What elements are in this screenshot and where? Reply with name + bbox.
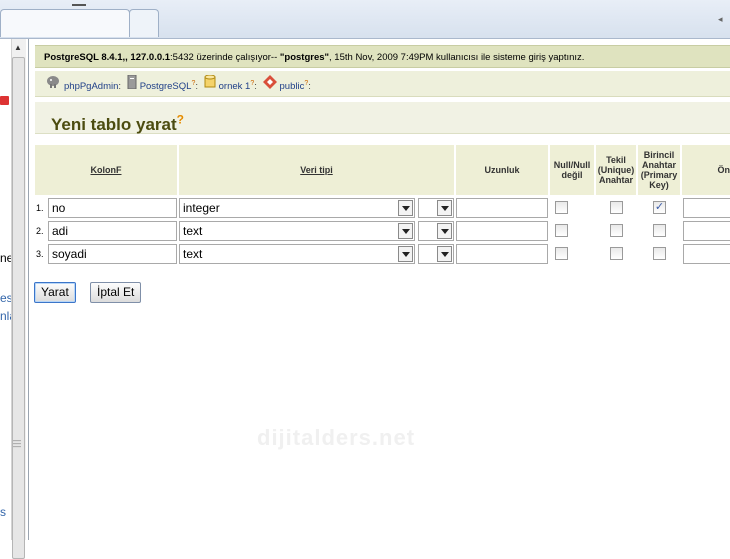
default-input[interactable] [683,198,730,218]
column-name-input[interactable]: no [48,198,177,218]
new-tab-button[interactable] [129,9,159,37]
header-data-type-link[interactable]: Veri tipi [300,165,333,175]
browser-tab[interactable] [0,9,130,37]
breadcrumb-separator: : [254,81,257,93]
data-type-select[interactable]: integer [179,198,415,218]
login-user: "postgres" [279,52,330,63]
breadcrumb-postgresql[interactable]: PostgreSQL [140,81,192,92]
tab-scroll-icon[interactable]: ◂ [718,14,723,25]
sidebar-link-fragment[interactable]: nla [0,309,11,323]
primary-key-checkbox[interactable] [653,247,666,260]
help-mark[interactable]: ? [177,112,184,126]
array-select[interactable] [418,198,454,218]
chevron-down-icon[interactable] [437,246,452,262]
scrollbar-grip-icon: ― ― ― [13,436,21,451]
tab-indicator [72,0,86,6]
column-name-input[interactable]: adi [48,221,177,241]
breadcrumb-phppgadmin[interactable]: phpPgAdmin [64,81,118,92]
scroll-up-icon[interactable]: ▲ [11,41,25,55]
header-length: Uzunluk [456,145,548,195]
page-title-text: Yeni tablo yarat [51,114,177,134]
breadcrumb-schema[interactable]: public [280,81,305,92]
data-type-select[interactable]: text [179,244,415,264]
data-type-value: text [183,247,203,261]
info-text-login: , 15th Nov, 2009 7:49PM kullanıcısı ile … [329,52,585,63]
header-primary-key: Birincil Anahtar (Primary Key) [638,145,680,195]
default-input[interactable] [683,221,730,241]
null-checkbox[interactable] [555,224,568,237]
header-null: Null/Null değil [550,145,594,195]
chevron-down-icon[interactable] [398,246,413,262]
info-text: üzerinde çalışıyor-- [193,52,280,63]
sidebar-frame: ne es nla s ▲ ――― [0,39,29,559]
length-input[interactable] [456,221,548,241]
array-select[interactable] [418,221,454,241]
cancel-button[interactable]: İptal Et [90,282,142,303]
header-column-name-link[interactable]: KolonF [91,165,122,175]
tree-node-icon [0,96,9,105]
length-input[interactable] [456,244,548,264]
elephant-icon [45,74,61,100]
header-column-name: KolonF [35,145,177,195]
chevron-down-icon[interactable] [437,200,452,216]
sidebar-text-fragment[interactable]: ne [0,251,11,265]
length-input[interactable] [456,198,548,218]
header-unique: Tekil (Unique) Anahtar [596,145,636,195]
create-button[interactable]: Yarat [34,282,76,303]
main-frame: PostgreSQL 8.4.1,, 127.0.0.1:5432 üzerin… [29,39,730,540]
chevron-down-icon[interactable] [437,223,452,239]
sidebar-link-fragment[interactable]: es [0,291,11,305]
breadcrumb-separator: : [118,81,122,93]
server-icon [127,74,137,100]
null-checkbox[interactable] [555,201,568,214]
array-select[interactable] [418,244,454,264]
unique-checkbox[interactable] [610,201,623,214]
server-port: :5432 [170,52,194,63]
unique-checkbox[interactable] [610,247,623,260]
scrollbar-thumb[interactable] [12,57,25,559]
database-icon [204,74,216,100]
chevron-down-icon[interactable] [398,223,413,239]
data-type-value: text [183,224,203,238]
breadcrumb-separator: : [195,81,198,93]
schema-icon [262,74,277,100]
connection-info-bar: PostgreSQL 8.4.1,, 127.0.0.1:5432 üzerin… [35,45,730,68]
data-type-select[interactable]: text [179,221,415,241]
browser-tab-strip: ◂ [0,0,730,39]
column-name-input[interactable]: soyadi [48,244,177,264]
breadcrumb-separator: : [308,81,311,93]
null-checkbox[interactable] [555,247,568,260]
default-input[interactable] [683,244,730,264]
row-number: 1. [36,203,44,213]
header-default: Ön [682,145,730,195]
primary-key-checkbox[interactable] [653,224,666,237]
title-bar: Yeni tablo yarat? [35,102,730,134]
watermark: dijitalders.net [257,425,416,450]
server-host: , 127.0.0.1 [125,52,171,63]
breadcrumb: phpPgAdmin: PostgreSQL?: ornek 1?: publi… [35,71,730,97]
row-number: 2. [36,226,44,236]
sidebar-link-fragment[interactable]: s [0,505,11,519]
row-number: 3. [36,249,44,259]
data-type-value: integer [183,201,220,215]
unique-checkbox[interactable] [610,224,623,237]
page-title: Yeni tablo yarat? [51,112,184,134]
header-data-type: Veri tipi [179,145,454,195]
primary-key-checkbox[interactable]: ✓ [653,201,666,214]
server-version: PostgreSQL 8.4.1, [44,52,126,63]
breadcrumb-database[interactable]: ornek 1 [219,81,251,92]
chevron-down-icon[interactable] [398,200,413,216]
